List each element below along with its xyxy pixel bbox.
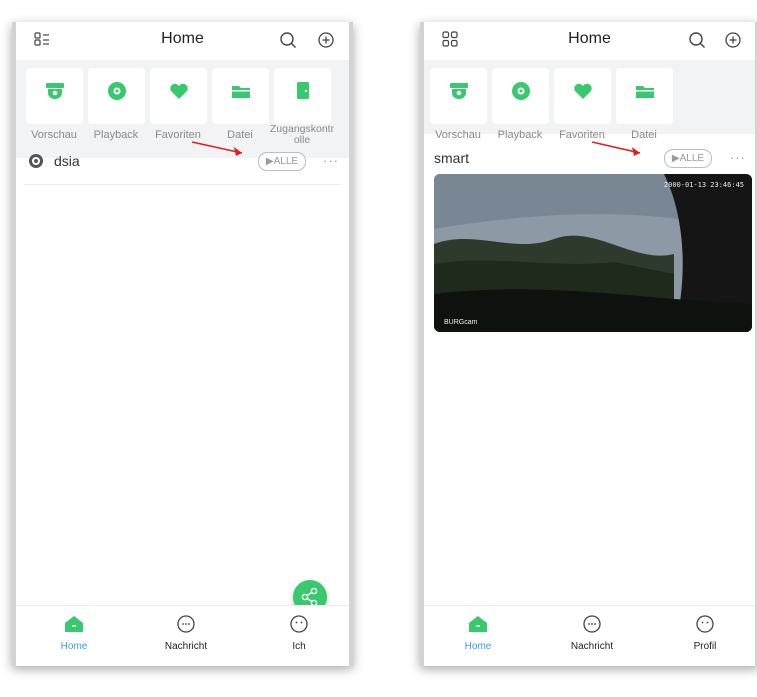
nav-nachricht[interactable]: Nachricht [146, 614, 226, 652]
tile-label: Playback [497, 129, 543, 141]
page-title: Home [161, 30, 204, 47]
tile-datei[interactable] [212, 68, 269, 124]
nav-home[interactable]: Home [34, 614, 114, 652]
alle-label: ALLE [273, 156, 299, 167]
more-options-icon[interactable]: ··· [323, 153, 339, 168]
camera-scene [434, 174, 752, 332]
device-name[interactable]: dsia [54, 153, 80, 169]
tile-datei[interactable] [616, 68, 673, 124]
quick-access-bar: Vorschau Playback Favoriten Datei [424, 60, 755, 141]
nav-profil[interactable]: Profil [665, 614, 745, 652]
bottom-navigation: Home Nachricht Ich [16, 605, 349, 666]
playback-icon [510, 80, 532, 107]
tile-playback[interactable] [88, 68, 145, 124]
nav-ich[interactable]: Ich [259, 614, 339, 652]
nav-label: Home [464, 641, 492, 652]
quick-access-bar: Vorschau Playback Favoriten Datei Zugang… [16, 60, 349, 158]
profile-icon [290, 615, 308, 633]
playback-icon [106, 80, 128, 107]
message-icon [583, 615, 601, 633]
search-icon[interactable] [279, 31, 297, 54]
alle-button[interactable]: ▶ALLE [664, 149, 712, 168]
phone-screen-left: Home Vorschau Playback Favoriten Datei Z… [12, 22, 353, 666]
divider [24, 184, 341, 185]
tile-label: Vorschau [31, 129, 77, 141]
tile-label: Zugangskontrolle [269, 124, 335, 146]
profile-icon [696, 615, 714, 633]
plus-icon[interactable] [317, 31, 335, 54]
camera-brand: BURGcam [444, 319, 478, 326]
folder-icon [634, 80, 656, 107]
message-icon [177, 615, 195, 633]
nav-label: Nachricht [570, 641, 614, 652]
door-icon [292, 80, 314, 107]
tile-favoriten[interactable] [150, 68, 207, 124]
red-arrow-annotation [191, 141, 243, 156]
search-icon[interactable] [688, 31, 706, 54]
top-bar: Home [424, 22, 755, 60]
tile-vorschau[interactable] [430, 68, 487, 124]
home-icon [65, 616, 83, 632]
heart-icon [572, 80, 594, 107]
nav-label: Profil [693, 641, 717, 652]
nav-nachricht[interactable]: Nachricht [552, 614, 632, 652]
more-options-icon[interactable]: ··· [730, 150, 746, 165]
tile-label: Vorschau [435, 129, 481, 141]
alle-label: ALLE [679, 153, 705, 164]
camera-icon [448, 80, 470, 107]
home-icon [469, 616, 487, 632]
tile-vorschau[interactable] [26, 68, 83, 124]
plus-icon[interactable] [724, 31, 742, 54]
camera-icon [44, 80, 66, 107]
camera-preview[interactable]: 2000-01-13 23:46:45 BURGcam [434, 174, 752, 332]
alle-button[interactable]: ▶ALLE [258, 152, 306, 171]
heart-icon [168, 80, 190, 107]
device-status-icon [28, 153, 44, 174]
red-arrow-annotation [591, 141, 641, 156]
nav-label: Nachricht [164, 641, 208, 652]
nav-label: Ich [292, 641, 306, 652]
group-name[interactable]: smart [434, 150, 469, 166]
tile-favoriten[interactable] [554, 68, 611, 124]
tile-playback[interactable] [492, 68, 549, 124]
folder-icon [230, 80, 252, 107]
tile-label: Playback [93, 129, 139, 141]
top-bar: Home [16, 22, 349, 60]
tile-zugangskontrolle[interactable] [274, 68, 331, 124]
camera-timestamp: 2000-01-13 23:46:45 [663, 181, 744, 189]
bottom-navigation: Home Nachricht Profil [424, 605, 755, 666]
nav-home[interactable]: Home [438, 614, 518, 652]
nav-label: Home [60, 641, 88, 652]
phone-screen-right: Home Vorschau Playback Favoriten Datei s… [420, 22, 757, 666]
